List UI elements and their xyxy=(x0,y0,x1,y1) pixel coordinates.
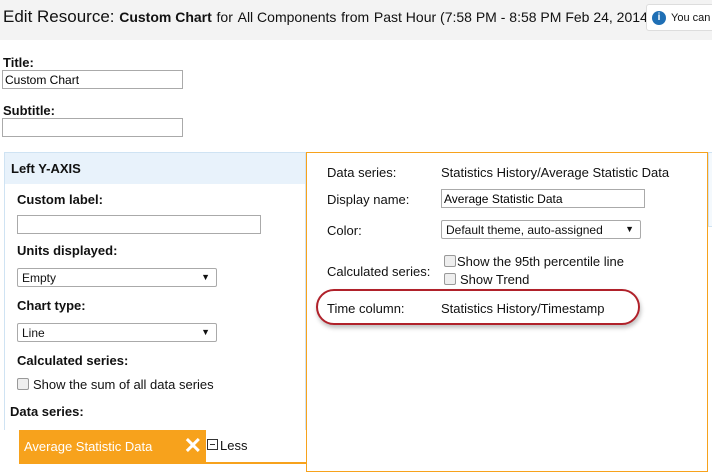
trend-checkbox[interactable] xyxy=(444,273,456,285)
display-name-input[interactable] xyxy=(441,189,645,208)
less-toggle[interactable]: Less xyxy=(207,438,247,453)
panel-heading: Left Y-AXIS xyxy=(5,153,305,184)
color-label: Color: xyxy=(327,223,362,238)
trend-checkbox-row[interactable]: Show Trend xyxy=(444,272,529,287)
chart-type-label: Chart type: xyxy=(17,298,86,313)
sum-checkbox-row[interactable]: Show the sum of all data series xyxy=(17,377,214,392)
page-title: Edit Resource: Custom Chart for All Comp… xyxy=(3,7,653,26)
title-input[interactable] xyxy=(2,70,183,89)
calc-series-label: Calculated series: xyxy=(327,264,431,279)
sum-checkbox[interactable] xyxy=(17,378,29,390)
highlight-oval xyxy=(316,289,640,325)
percentile-checkbox-row[interactable]: Show the 95th percentile line xyxy=(444,254,624,269)
units-select[interactable]: Empty xyxy=(17,268,217,287)
subtitle-label: Subtitle: xyxy=(3,103,55,118)
page-header: Edit Resource: Custom Chart for All Comp… xyxy=(0,0,712,40)
data-series-label: Data series: xyxy=(10,404,84,419)
custom-label-label: Custom label: xyxy=(17,192,103,207)
title-label: Title: xyxy=(3,55,34,70)
info-icon: i xyxy=(652,11,666,25)
display-name-label: Display name: xyxy=(327,192,410,207)
custom-label-input[interactable] xyxy=(17,215,261,234)
data-series-label: Data series: xyxy=(327,165,397,180)
units-label: Units displayed: xyxy=(17,243,118,258)
calc-series-label: Calculated series: xyxy=(17,353,129,368)
divider xyxy=(19,462,306,464)
color-select[interactable]: Default theme, auto-assigned xyxy=(441,220,641,239)
data-series-item[interactable]: Average Statistic Data ✕ xyxy=(19,430,206,462)
remove-series-icon[interactable]: ✕ xyxy=(184,433,202,459)
data-series-value: Statistics History/Average Statistic Dat… xyxy=(441,165,670,180)
adjacent-panel xyxy=(708,152,712,227)
info-tip: i You can xyxy=(646,4,712,31)
percentile-checkbox[interactable] xyxy=(444,255,456,267)
chart-type-select[interactable]: Line xyxy=(17,323,217,342)
subtitle-input[interactable] xyxy=(2,118,183,137)
collapse-icon xyxy=(207,439,218,450)
